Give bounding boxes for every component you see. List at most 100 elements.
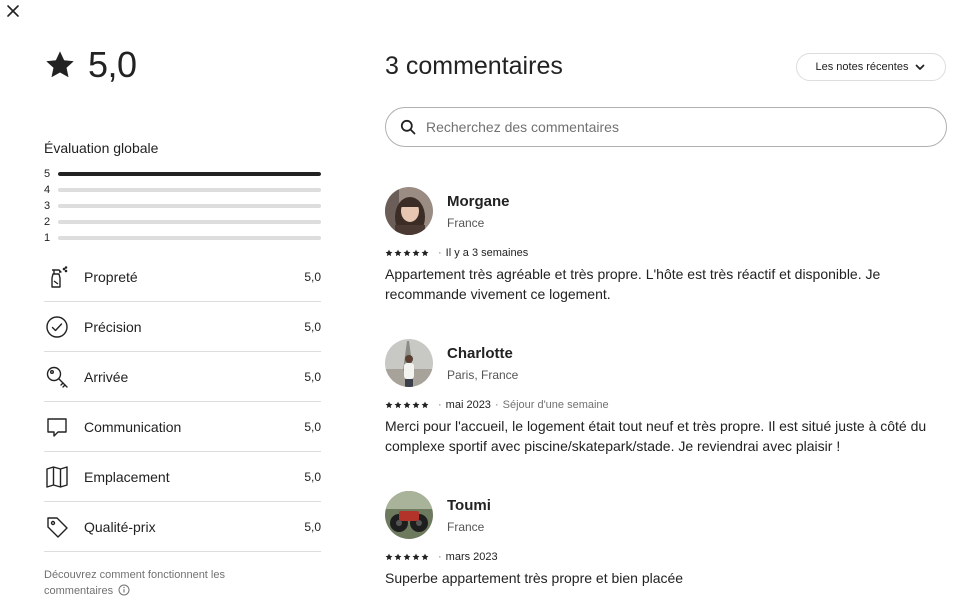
- star-icon: [421, 249, 429, 257]
- review-header: Morgane France: [385, 187, 950, 235]
- star-icon: [412, 401, 420, 409]
- key-icon: [44, 364, 70, 390]
- category-value: Qualité-prix 5,0: [44, 502, 321, 552]
- category-cleanliness: Propreté 5,0: [44, 252, 321, 302]
- reviewer-location: Paris, France: [447, 367, 519, 382]
- review-stay-length: Séjour d'une semaine: [502, 399, 609, 411]
- category-communication: Communication 5,0: [44, 402, 321, 452]
- search-icon: [400, 119, 416, 135]
- distribution-row-label: 4: [44, 184, 51, 196]
- separator-dot: ·: [494, 399, 499, 411]
- reviews-count-title: 3 commentaires: [385, 52, 563, 80]
- close-icon: [7, 5, 19, 17]
- review-header: Toumi France: [385, 491, 950, 539]
- close-button[interactable]: [4, 2, 22, 20]
- separator-dot: ·: [438, 247, 442, 259]
- overall-rating-value: 5,0: [88, 44, 137, 85]
- category-score: 5,0: [304, 319, 321, 334]
- star-icon: [394, 249, 402, 257]
- category-score: 5,0: [304, 469, 321, 484]
- map-icon: [44, 464, 70, 490]
- rating-distribution-title: Évaluation globale: [44, 140, 159, 156]
- star-icon: [394, 553, 402, 561]
- star-icon: [385, 553, 393, 561]
- star-icon: [412, 249, 420, 257]
- review-item: Morgane France · Il y a 3 semaines Appar…: [385, 187, 950, 304]
- category-score: 5,0: [304, 419, 321, 434]
- distribution-bar: [58, 188, 321, 192]
- reviewer-name[interactable]: Morgane: [447, 193, 510, 210]
- distribution-row-label: 5: [44, 168, 51, 180]
- category-label: Communication: [84, 418, 182, 435]
- distribution-bar: [58, 204, 321, 208]
- reviewer-name[interactable]: Charlotte: [447, 345, 518, 362]
- distribution-bar: [58, 172, 321, 176]
- distribution-row-label: 2: [44, 216, 51, 228]
- review-date: mars 2023: [445, 551, 498, 563]
- review-text: Merci pour l'accueil, le logement était …: [385, 418, 927, 454]
- reviewer-location: France: [447, 519, 485, 534]
- price-tag-icon: [44, 514, 70, 540]
- info-icon: [118, 584, 130, 596]
- sort-dropdown[interactable]: Les notes récentes: [796, 53, 946, 81]
- category-accuracy: Précision 5,0: [44, 302, 321, 352]
- review-date: mai 2023: [445, 399, 491, 411]
- category-label: Précision: [84, 318, 142, 335]
- chevron-down-icon: [916, 64, 925, 70]
- review-stars: [385, 249, 429, 257]
- star-icon: [412, 553, 420, 561]
- how-reviews-work-link[interactable]: Découvrez comment fonctionnent les comme…: [44, 569, 225, 597]
- star-icon: [394, 401, 402, 409]
- category-ratings: Propreté 5,0 Précision 5,0 Arrivée 5,0 C…: [44, 252, 321, 552]
- distribution-row: 2: [44, 214, 321, 230]
- category-score: 5,0: [304, 269, 321, 284]
- review-stars: [385, 553, 429, 561]
- category-label: Propreté: [84, 268, 138, 285]
- distribution-row-label: 3: [44, 200, 51, 212]
- star-icon: [403, 553, 411, 561]
- review-meta: · mai 2023 · Séjour d'une semaine: [385, 399, 950, 411]
- how-reviews-work[interactable]: Découvrez comment fonctionnent les comme…: [44, 567, 284, 599]
- spray-bottle-icon: [44, 264, 70, 290]
- distribution-row: 4: [44, 182, 321, 198]
- review-meta: · Il y a 3 semaines: [385, 247, 950, 259]
- distribution-bar: [58, 236, 321, 240]
- separator-dot: ·: [438, 551, 442, 563]
- distribution-row-label: 1: [44, 232, 51, 244]
- search-reviews[interactable]: [385, 107, 947, 147]
- star-icon: [385, 401, 393, 409]
- review-text: Superbe appartement très propre et bien …: [385, 570, 684, 586]
- review-header: Charlotte Paris, France: [385, 339, 950, 387]
- category-label: Arrivée: [84, 368, 129, 385]
- distribution-bar: [58, 220, 321, 224]
- star-icon: [421, 553, 429, 561]
- category-score: 5,0: [304, 519, 321, 534]
- distribution-bar-fill: [58, 172, 321, 176]
- category-score: 5,0: [304, 369, 321, 384]
- reviewer-location: France: [447, 215, 485, 230]
- chat-bubble-icon: [44, 414, 70, 440]
- review-text: Appartement très agréable et très propre…: [385, 266, 881, 302]
- avatar[interactable]: [385, 339, 433, 387]
- search-input[interactable]: [424, 118, 946, 136]
- category-label: Qualité-prix: [84, 518, 156, 535]
- category-label: Emplacement: [84, 468, 170, 485]
- check-circle-icon: [44, 314, 70, 340]
- review-date: Il y a 3 semaines: [445, 247, 529, 259]
- review-meta: · mars 2023: [385, 551, 950, 563]
- star-icon: [403, 249, 411, 257]
- reviewer-name[interactable]: Toumi: [447, 497, 491, 514]
- avatar[interactable]: [385, 491, 433, 539]
- distribution-row: 1: [44, 230, 321, 246]
- rating-distribution: 5 4 3 2 1: [44, 166, 321, 246]
- star-icon: [385, 249, 393, 257]
- review-stars: [385, 401, 429, 409]
- overall-rating: 5,0: [44, 44, 137, 86]
- category-location: Emplacement 5,0: [44, 452, 321, 502]
- avatar[interactable]: [385, 187, 433, 235]
- distribution-row: 3: [44, 198, 321, 214]
- star-icon: [421, 401, 429, 409]
- distribution-row: 5: [44, 166, 321, 182]
- separator-dot: ·: [438, 399, 442, 411]
- sort-dropdown-label: Les notes récentes: [815, 61, 909, 73]
